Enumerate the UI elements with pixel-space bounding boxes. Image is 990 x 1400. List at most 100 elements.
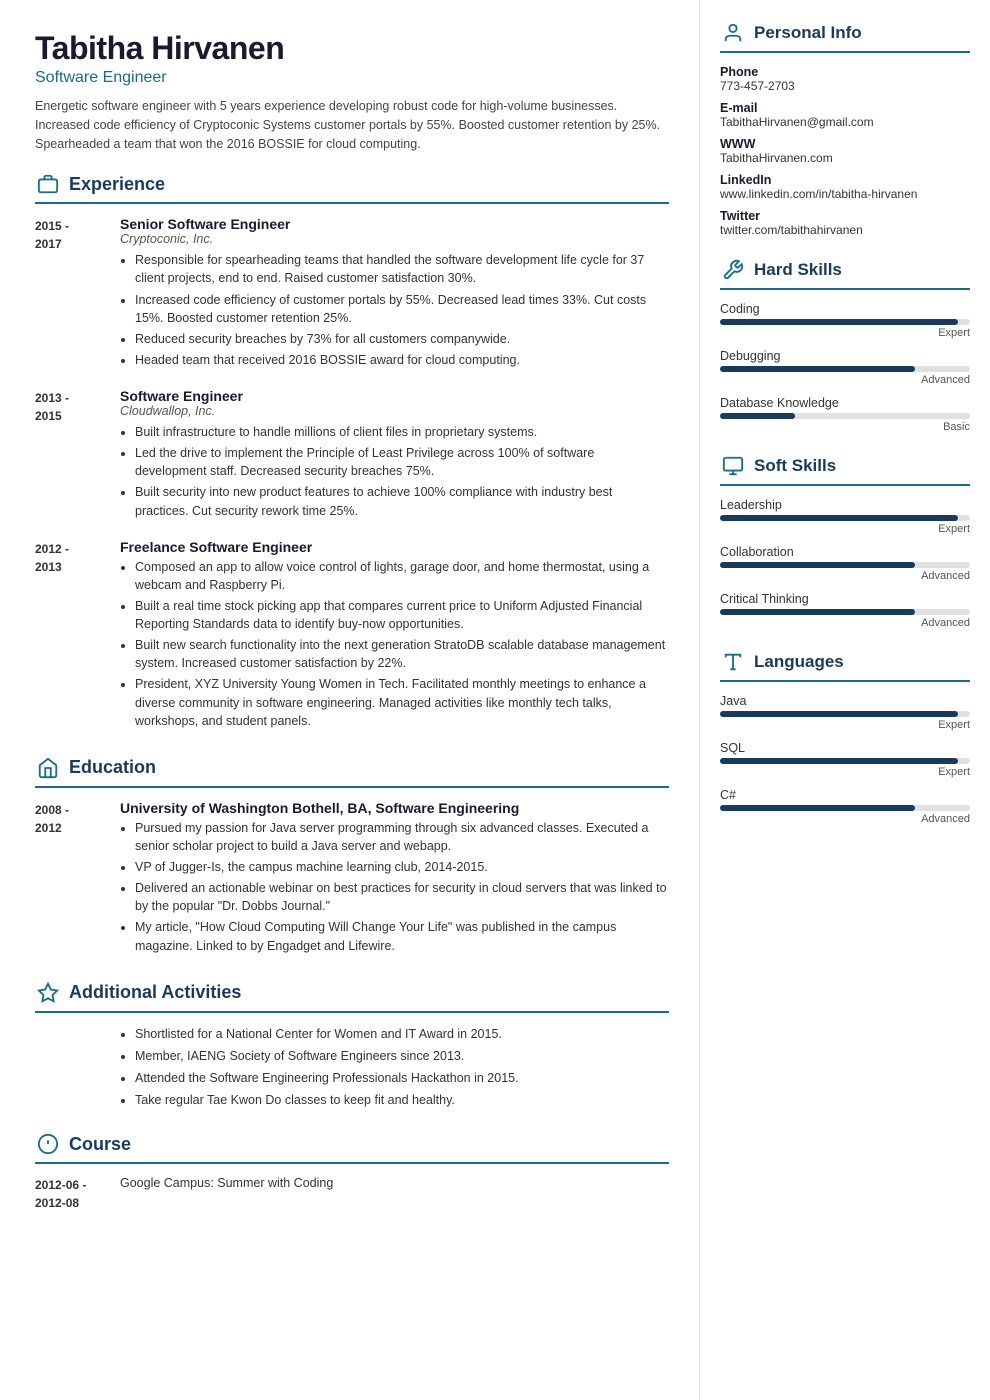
lang-sql-bar [720, 758, 970, 764]
course-section-header: Course [35, 1131, 669, 1164]
candidate-title: Software Engineer [35, 69, 669, 87]
exp-bullet: Built security into new product features… [135, 483, 669, 519]
edu-bullets-1: Pursued my passion for Java server progr… [135, 819, 669, 955]
skill-database-level: Basic [720, 421, 970, 433]
skill-debugging-fill [720, 366, 915, 372]
twitter-label: Twitter [720, 209, 970, 223]
edu-bullet: My article, "How Cloud Computing Will Ch… [135, 918, 669, 954]
languages-section: Languages Java Expert SQL Expert [720, 649, 970, 825]
hard-skills-list: Coding Expert Debugging Advanced Databas… [720, 302, 970, 433]
www-value: TabithaHirvanen.com [720, 151, 970, 165]
education-section-header: Education [35, 755, 669, 788]
info-twitter: Twitter twitter.com/tabithahirvanen [720, 209, 970, 237]
activities-section-header: Additional Activities [35, 980, 669, 1013]
languages-list: Java Expert SQL Expert C# [720, 694, 970, 825]
activities-section: Additional Activities Shortlisted for a … [35, 980, 669, 1110]
info-www: WWW TabithaHirvanen.com [720, 137, 970, 165]
education-label: Education [69, 757, 156, 778]
skill-critical-thinking-bar [720, 609, 970, 615]
activity-item: Member, IAENG Society of Software Engine… [135, 1047, 669, 1065]
skill-critical-thinking-fill [720, 609, 915, 615]
exp-title-2: Software Engineer [120, 388, 669, 404]
exp-bullets-2: Built infrastructure to handle millions … [135, 423, 669, 520]
skill-collaboration: Collaboration Advanced [720, 545, 970, 582]
exp-content-3: Freelance Software Engineer Composed an … [120, 539, 669, 733]
exp-company-1: Cryptoconic, Inc. [120, 232, 669, 246]
activities-list: Shortlisted for a National Center for Wo… [135, 1025, 669, 1110]
experience-label: Experience [69, 174, 165, 195]
soft-skills-label: Soft Skills [754, 456, 836, 476]
skill-leadership: Leadership Expert [720, 498, 970, 535]
resume-header: Tabitha Hirvanen Software Engineer Energ… [35, 30, 669, 153]
www-label: WWW [720, 137, 970, 151]
activities-label: Additional Activities [69, 982, 241, 1003]
skill-critical-thinking: Critical Thinking Advanced [720, 592, 970, 629]
experience-list: 2015 -2017 Senior Software Engineer Cryp… [35, 216, 669, 733]
right-column: Personal Info Phone 773-457-2703 E-mail … [700, 0, 990, 1400]
lang-java-fill [720, 711, 958, 717]
skill-leadership-bar [720, 515, 970, 521]
exp-bullets-1: Responsible for spearheading teams that … [135, 251, 669, 369]
skill-debugging-name: Debugging [720, 349, 970, 363]
soft-skills-icon [720, 453, 746, 479]
hard-skills-label: Hard Skills [754, 260, 842, 280]
exp-bullet: President, XYZ University Young Women in… [135, 675, 669, 729]
exp-company-2: Cloudwallop, Inc. [120, 404, 669, 418]
skill-critical-thinking-name: Critical Thinking [720, 592, 970, 606]
exp-bullet: Built a real time stock picking app that… [135, 597, 669, 633]
course-name-1: Google Campus: Summer with Coding [120, 1176, 333, 1212]
exp-bullets-3: Composed an app to allow voice control o… [135, 558, 669, 730]
exp-title-3: Freelance Software Engineer [120, 539, 669, 555]
linkedin-label: LinkedIn [720, 173, 970, 187]
skill-leadership-level: Expert [720, 523, 970, 535]
course-icon [35, 1131, 61, 1157]
candidate-name: Tabitha Hirvanen [35, 30, 669, 67]
candidate-summary: Energetic software engineer with 5 years… [35, 97, 669, 153]
linkedin-value: www.linkedin.com/in/tabitha-hirvanen [720, 187, 970, 201]
hard-skills-icon [720, 257, 746, 283]
skill-leadership-fill [720, 515, 958, 521]
course-label: Course [69, 1134, 131, 1155]
skill-debugging-bar [720, 366, 970, 372]
skill-collaboration-bar [720, 562, 970, 568]
languages-label: Languages [754, 652, 844, 672]
exp-bullet: Composed an app to allow voice control o… [135, 558, 669, 594]
edu-dates-1: 2008 -2012 [35, 800, 100, 958]
edu-bullet: VP of Jugger-Is, the campus machine lear… [135, 858, 669, 876]
skill-debugging: Debugging Advanced [720, 349, 970, 386]
phone-value: 773-457-2703 [720, 79, 970, 93]
exp-item-1: 2015 -2017 Senior Software Engineer Cryp… [35, 216, 669, 372]
hard-skills-header: Hard Skills [720, 257, 970, 290]
lang-csharp-bar [720, 805, 970, 811]
activities-icon [35, 980, 61, 1006]
personal-info-header: Personal Info [720, 20, 970, 53]
activity-item: Shortlisted for a National Center for Wo… [135, 1025, 669, 1043]
info-email: E-mail TabithaHirvanen@gmail.com [720, 101, 970, 129]
edu-item-1: 2008 -2012 University of Washington Both… [35, 800, 669, 958]
resume-container: Tabitha Hirvanen Software Engineer Energ… [0, 0, 990, 1400]
languages-header: Languages [720, 649, 970, 682]
lang-java: Java Expert [720, 694, 970, 731]
personal-info-fields: Phone 773-457-2703 E-mail TabithaHirvane… [720, 65, 970, 237]
languages-icon [720, 649, 746, 675]
skill-database-bar [720, 413, 970, 419]
exp-item-2: 2013 -2015 Software Engineer Cloudwallop… [35, 388, 669, 523]
lang-csharp-fill [720, 805, 915, 811]
skill-collaboration-name: Collaboration [720, 545, 970, 559]
lang-java-name: Java [720, 694, 970, 708]
lang-java-bar [720, 711, 970, 717]
edu-title-1: University of Washington Bothell, BA, So… [120, 800, 669, 816]
skill-coding-level: Expert [720, 327, 970, 339]
skill-leadership-name: Leadership [720, 498, 970, 512]
exp-dates-1: 2015 -2017 [35, 216, 100, 372]
skill-coding: Coding Expert [720, 302, 970, 339]
experience-icon [35, 171, 61, 197]
skill-collaboration-level: Advanced [720, 570, 970, 582]
email-value: TabithaHirvanen@gmail.com [720, 115, 970, 129]
lang-csharp-level: Advanced [720, 813, 970, 825]
email-label: E-mail [720, 101, 970, 115]
skill-debugging-level: Advanced [720, 374, 970, 386]
soft-skills-header: Soft Skills [720, 453, 970, 486]
lang-sql-name: SQL [720, 741, 970, 755]
exp-content-2: Software Engineer Cloudwallop, Inc. Buil… [120, 388, 669, 523]
